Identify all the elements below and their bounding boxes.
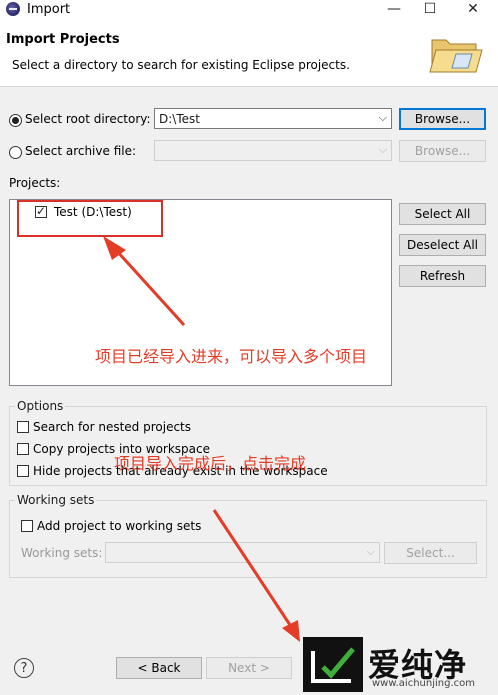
root-directory-value: D:\Test xyxy=(159,112,200,126)
options-title: Options xyxy=(15,399,66,413)
working-sets-title: Working sets xyxy=(15,493,97,507)
archive-file-radio[interactable] xyxy=(9,146,22,159)
maximize-button[interactable]: ☐ xyxy=(410,0,450,20)
folder-icon xyxy=(429,39,483,73)
next-button[interactable]: Next > xyxy=(206,657,292,679)
eclipse-app-icon xyxy=(6,2,20,16)
working-sets-group xyxy=(9,500,487,578)
hide-projects-checkbox[interactable] xyxy=(17,465,29,477)
working-sets-combo[interactable]: ⌵ xyxy=(105,542,380,563)
chevron-down-icon: ⌵ xyxy=(378,143,387,156)
deselect-all-button[interactable]: Deselect All xyxy=(399,234,486,256)
root-browse-button[interactable]: Browse... xyxy=(399,108,486,130)
select-all-button[interactable]: Select All xyxy=(399,203,486,225)
arrow-head-finish xyxy=(282,620,300,642)
working-sets-field-label: Working sets: xyxy=(21,546,103,560)
wizard-header xyxy=(0,20,498,87)
root-directory-combo[interactable]: D:\Test ⌵ xyxy=(154,108,392,129)
watermark-logo xyxy=(303,637,363,692)
working-sets-select-button[interactable]: Select... xyxy=(384,542,477,564)
projects-annotation: 项目已经导入进来，可以导入多个项目 xyxy=(95,347,368,366)
close-button[interactable]: ✕ xyxy=(453,0,493,20)
highlight-box xyxy=(17,200,163,237)
back-button[interactable]: < Back xyxy=(116,657,202,679)
page-title: Import Projects xyxy=(6,32,120,47)
projects-label: Projects: xyxy=(9,176,61,190)
help-icon[interactable]: ? xyxy=(14,658,34,678)
chevron-down-icon: ⌵ xyxy=(378,111,387,124)
root-directory-label: Select root directory: xyxy=(25,112,151,126)
minimize-button[interactable]: — xyxy=(374,0,414,20)
window-title: Import xyxy=(27,2,71,17)
add-working-sets-label[interactable]: Add project to working sets xyxy=(37,519,201,533)
chevron-down-icon: ⌵ xyxy=(366,545,375,558)
refresh-button[interactable]: Refresh xyxy=(399,265,486,287)
copy-projects-checkbox[interactable] xyxy=(17,443,29,455)
nested-projects-checkbox[interactable] xyxy=(17,421,29,433)
archive-file-combo[interactable]: ⌵ xyxy=(154,140,392,161)
root-directory-radio[interactable] xyxy=(9,114,22,127)
watermark-url: www.aichunjing.com xyxy=(372,678,475,689)
page-description: Select a directory to search for existin… xyxy=(12,58,350,72)
archive-file-label: Select archive file: xyxy=(25,144,137,158)
watermark-check-icon xyxy=(311,647,355,683)
add-working-sets-checkbox[interactable] xyxy=(21,520,33,532)
finish-annotation: 项目导入完成后，点击完成 xyxy=(114,454,307,473)
nested-projects-label[interactable]: Search for nested projects xyxy=(33,420,191,434)
archive-browse-button[interactable]: Browse... xyxy=(399,140,486,162)
